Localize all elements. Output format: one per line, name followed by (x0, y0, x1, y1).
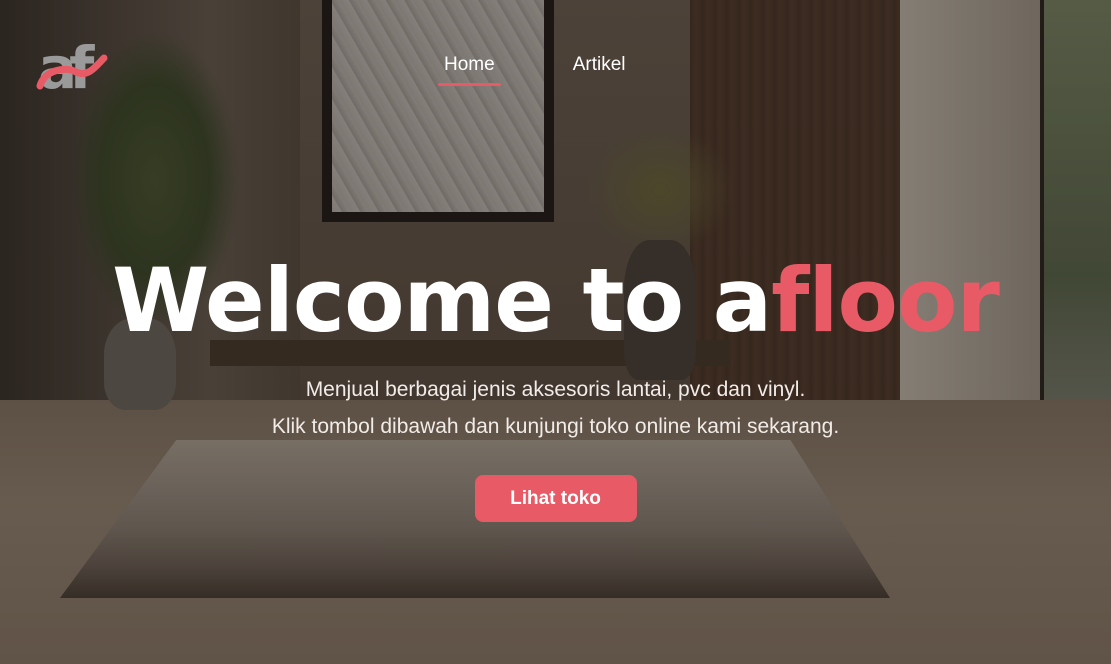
nav-link-home[interactable]: Home (438, 50, 501, 86)
hero-title-prefix: Welcome to a (112, 249, 772, 352)
lihat-toko-button[interactable]: Lihat toko (474, 475, 637, 523)
hero-title-accent: floor (771, 249, 1000, 352)
hero-content: Welcome to afloor Menjual berbagai jenis… (0, 250, 1111, 523)
hero-title: Welcome to afloor (0, 250, 1111, 351)
hero-subtitle-line-2: Klik tombol dibawah dan kunjungi toko on… (271, 415, 840, 439)
main-nav: Home Artikel (438, 50, 630, 86)
nav-link-artikel[interactable]: Artikel (569, 50, 630, 82)
hero-subtitle-line-1: Menjual berbagai jenis aksesoris lantai,… (305, 378, 806, 402)
hero-section: af Home Artikel Welcome to afloor Menjua… (0, 0, 1111, 664)
hero-subtitle: Menjual berbagai jenis aksesoris lantai,… (0, 371, 1111, 445)
brand-logo-mark: af (36, 34, 108, 102)
brand-logo[interactable]: af (36, 34, 110, 102)
